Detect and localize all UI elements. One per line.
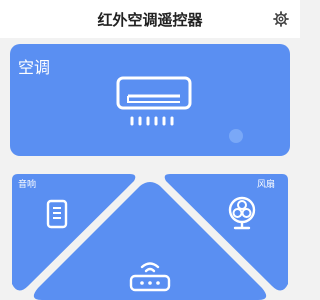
router-icon	[129, 262, 171, 292]
card-fan-label: 风扇	[257, 180, 276, 190]
card-audio-label: 音响	[18, 180, 37, 190]
fan-icon	[228, 196, 256, 230]
device-cards-layout	[12, 174, 288, 300]
speaker-icon	[46, 199, 68, 229]
